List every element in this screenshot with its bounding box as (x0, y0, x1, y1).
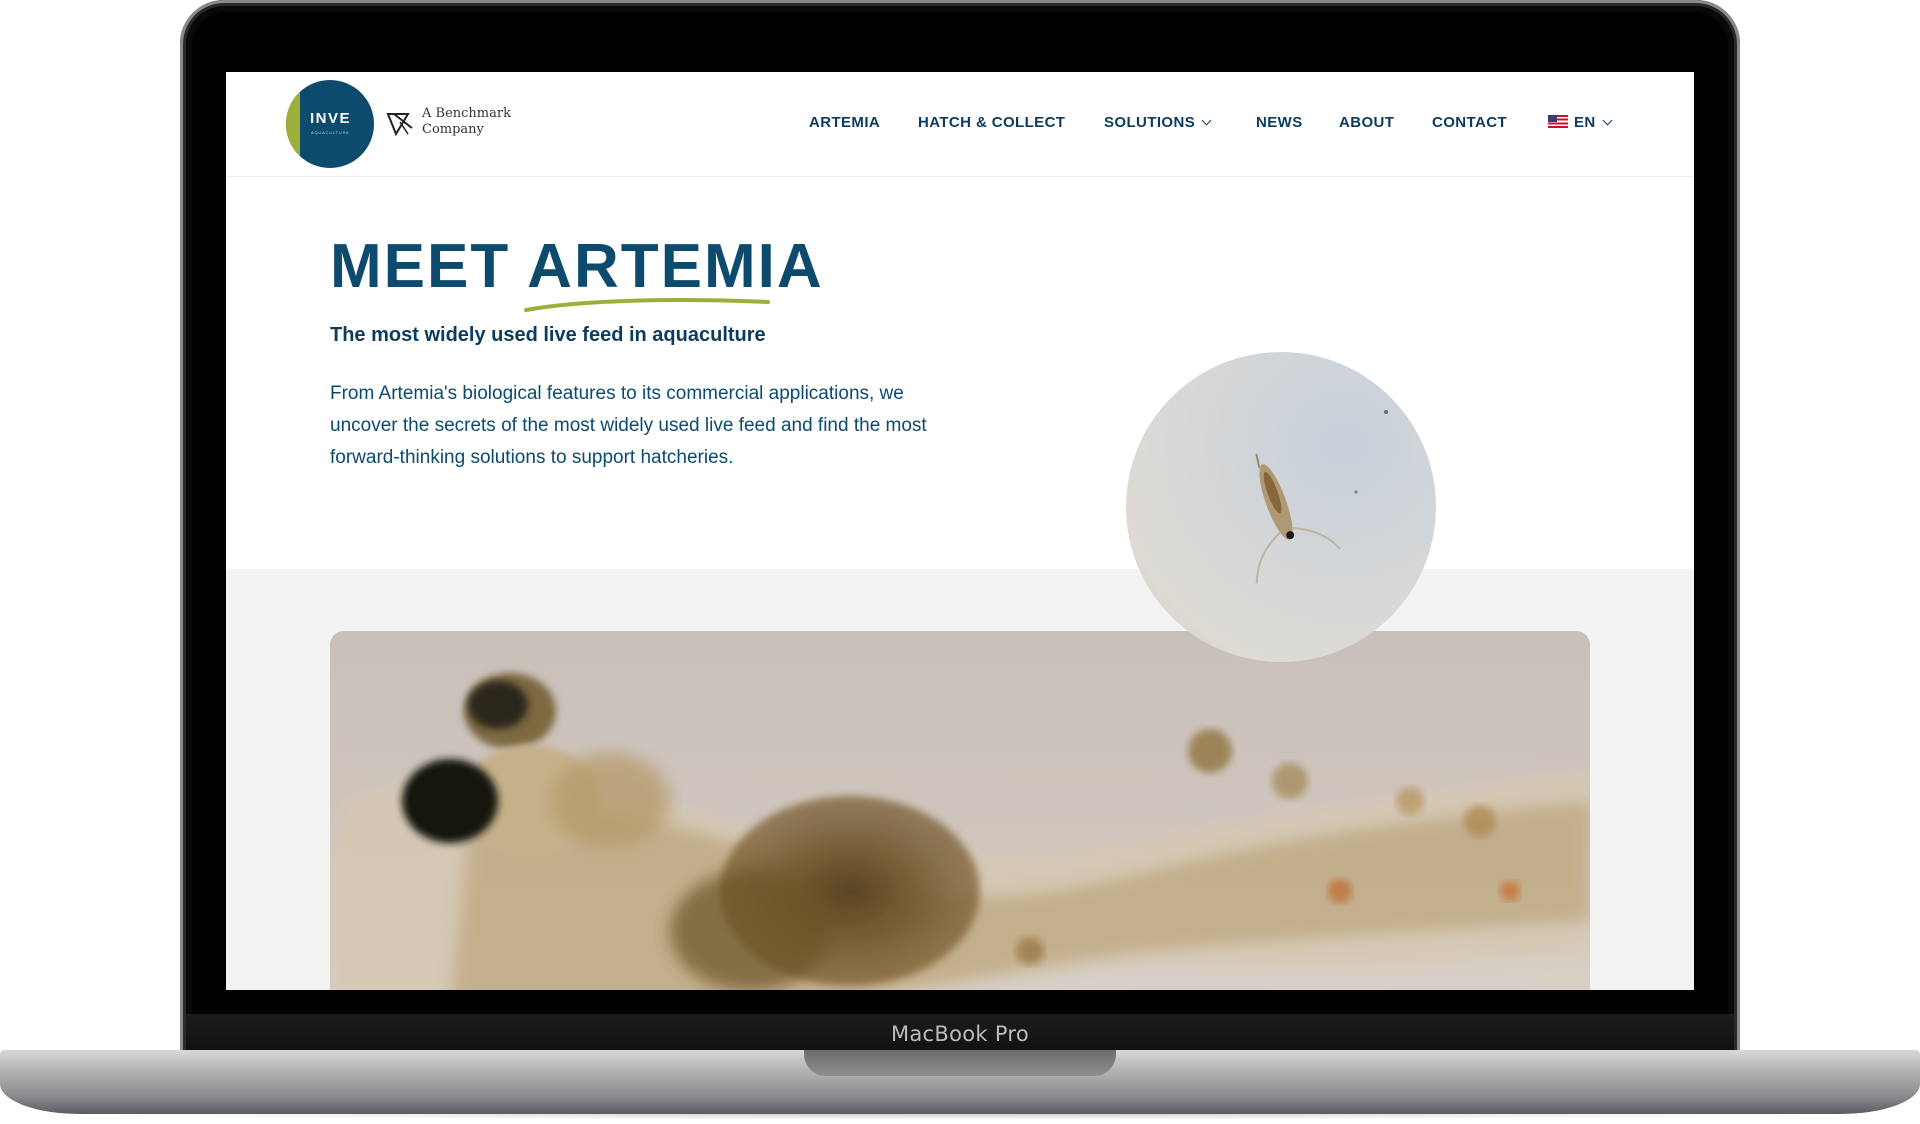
us-flag-icon (1548, 115, 1568, 128)
page-subtitle: The most widely used live feed in aquacu… (330, 324, 766, 346)
benchmark-icon (386, 113, 413, 136)
language-label: EN (1574, 114, 1596, 131)
laptop-notch (804, 1050, 1116, 1076)
benchmark-line-2: Company (422, 122, 484, 137)
nav-hatch-collect[interactable]: HATCH & COLLECT (918, 114, 1065, 134)
artemia-closeup-illustration (330, 631, 1590, 990)
nav-news[interactable]: NEWS (1256, 114, 1303, 134)
site-header: INVE AQUACULTURE A Benchmark Company ART… (226, 72, 1694, 177)
nav-about[interactable]: ABOUT (1339, 114, 1394, 134)
artemia-closeup-image (330, 631, 1590, 990)
title-prefix: MEET (330, 232, 511, 301)
chevron-down-icon (1201, 115, 1212, 126)
chevron-down-icon (1602, 115, 1613, 126)
page-title: MEET ARTEMIA (330, 232, 824, 302)
device-label: MacBook Pro (890, 1022, 1030, 1046)
nav-solutions-label: SOLUTIONS (1104, 114, 1196, 131)
nav-contact[interactable]: CONTACT (1432, 114, 1507, 134)
logo-brand-sub: AQUACULTURE (311, 130, 350, 135)
language-selector[interactable]: EN (1548, 114, 1613, 134)
title-underline-swoosh (524, 298, 770, 312)
browser-viewport: INVE AQUACULTURE A Benchmark Company ART… (226, 72, 1694, 990)
device-mockup: MacBook Pro INVE AQUACULTURE A Benchmark… (0, 0, 1920, 1124)
nav-solutions[interactable]: SOLUTIONS (1104, 114, 1212, 134)
inve-logo[interactable]: INVE AQUACULTURE (286, 80, 374, 168)
artemia-microscope-image (1126, 352, 1436, 662)
artemia-larva-illustration (1255, 410, 1388, 584)
logo-brand: INVE (310, 110, 352, 127)
nav-artemia[interactable]: ARTEMIA (809, 114, 880, 134)
logo-accent (286, 80, 300, 168)
intro-paragraph: From Artemia's biological features to it… (330, 383, 927, 468)
title-highlight: ARTEMIA (527, 232, 824, 301)
benchmark-line-1: A Benchmark (422, 106, 511, 121)
benchmark-text: A Benchmark Company (422, 106, 511, 138)
